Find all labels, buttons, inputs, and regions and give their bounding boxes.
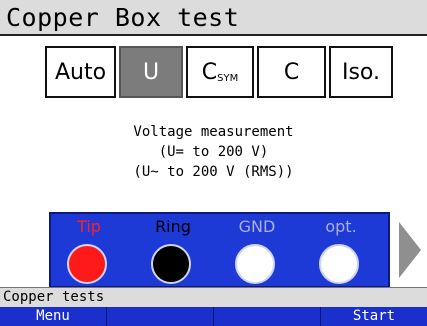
connector-ring: Ring: [141, 214, 205, 286]
mode-csym-subscript: SYM: [217, 72, 239, 84]
mode-auto-label: Auto: [54, 59, 107, 85]
connector-tip-label: Tip: [77, 217, 101, 236]
connector-opt: opt.: [309, 214, 373, 286]
connector-opt-circle: [319, 244, 359, 284]
mode-csym-button[interactable]: C SYM: [186, 46, 254, 98]
mode-csym-label: C: [201, 59, 218, 85]
description-line-3: (U~ to 200 V (RMS)): [133, 164, 294, 180]
softkey-bar: Menu Start: [0, 307, 427, 326]
softkey-3[interactable]: [214, 307, 321, 326]
connector-tip: Tip: [57, 214, 121, 286]
connector-ring-circle: [151, 244, 191, 284]
connector-gnd-circle: [235, 244, 275, 284]
connector-ring-label: Ring: [155, 217, 191, 236]
softkey-menu[interactable]: Menu: [0, 307, 107, 326]
status-bar: Copper tests: [0, 287, 427, 307]
mode-insulation-label: Iso.: [341, 59, 381, 85]
status-text: Copper tests: [3, 289, 105, 305]
measurement-description: Voltage measurement (U= to 200 V) (U~ to 2…: [0, 122, 427, 182]
mode-voltage-label: U: [142, 59, 160, 85]
softkey-start[interactable]: Start: [321, 307, 427, 326]
connector-opt-label: opt.: [325, 217, 357, 236]
mode-auto-button[interactable]: Auto: [45, 46, 116, 98]
softkey-2[interactable]: [107, 307, 214, 326]
description-line-2: (U= to 200 V): [158, 144, 269, 160]
next-arrow-icon[interactable]: [399, 222, 421, 278]
mode-capacitance-button[interactable]: C: [257, 46, 326, 98]
connector-gnd: GND: [225, 214, 289, 286]
description-line-1: Voltage measurement: [133, 124, 294, 140]
mode-capacitance-label: C: [283, 59, 300, 85]
title-bar: Copper Box test: [0, 0, 427, 36]
mode-voltage-button[interactable]: U: [119, 46, 183, 98]
mode-insulation-button[interactable]: Iso.: [329, 46, 393, 98]
measurement-mode-bar: Auto U C SYM C Iso.: [0, 46, 427, 100]
connector-panel: Tip Ring GND opt.: [49, 212, 390, 288]
connector-tip-circle: [67, 244, 107, 284]
page-title: Copper Box test: [6, 3, 240, 32]
connector-gnd-label: GND: [238, 217, 276, 236]
